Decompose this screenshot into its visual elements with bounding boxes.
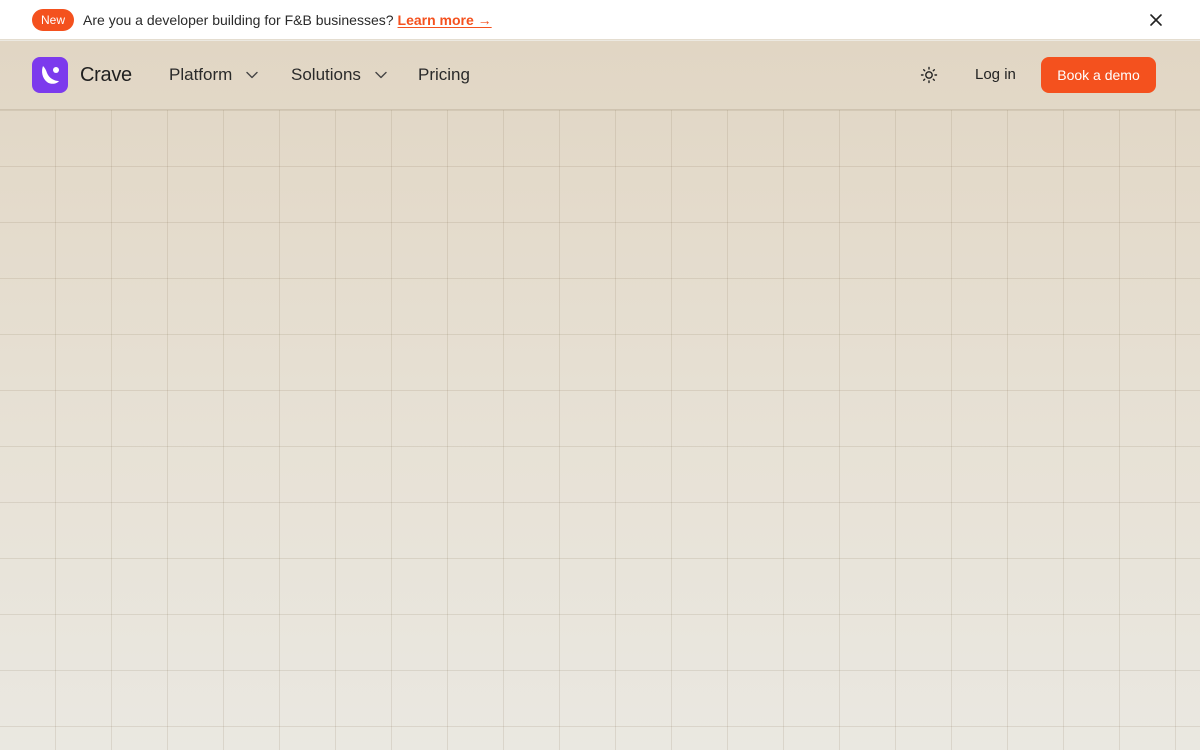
chevron-down-icon [246, 71, 258, 79]
nav-item-label: Solutions [291, 65, 361, 84]
chevron-down-icon [375, 71, 387, 79]
nav-item-pricing[interactable]: Pricing [418, 65, 470, 85]
brand-name: Crave [80, 63, 132, 86]
announcement-text: Are you a developer building for F&B bus… [83, 11, 394, 28]
sun-icon[interactable] [920, 66, 938, 84]
main-nav: Crave Platform Solutions Pricing Log in … [0, 41, 1200, 110]
brand-logo[interactable]: Crave [32, 57, 132, 93]
nav-item-label: Platform [169, 65, 233, 84]
nav-item-platform[interactable]: Platform [169, 65, 258, 85]
learn-more-link[interactable]: Learn more → [398, 12, 492, 28]
crave-logo-icon [32, 57, 68, 93]
announcement-bar: New Are you a developer building for F&B… [0, 0, 1200, 40]
nav-item-label: Pricing [418, 65, 470, 84]
book-demo-button[interactable]: Book a demo [1041, 57, 1156, 93]
close-icon[interactable] [1148, 12, 1164, 28]
background-grid [0, 110, 1200, 750]
new-badge: New [32, 8, 75, 31]
hero-section [0, 41, 1200, 750]
login-link[interactable]: Log in [975, 66, 1016, 83]
nav-item-solutions[interactable]: Solutions [291, 65, 387, 85]
